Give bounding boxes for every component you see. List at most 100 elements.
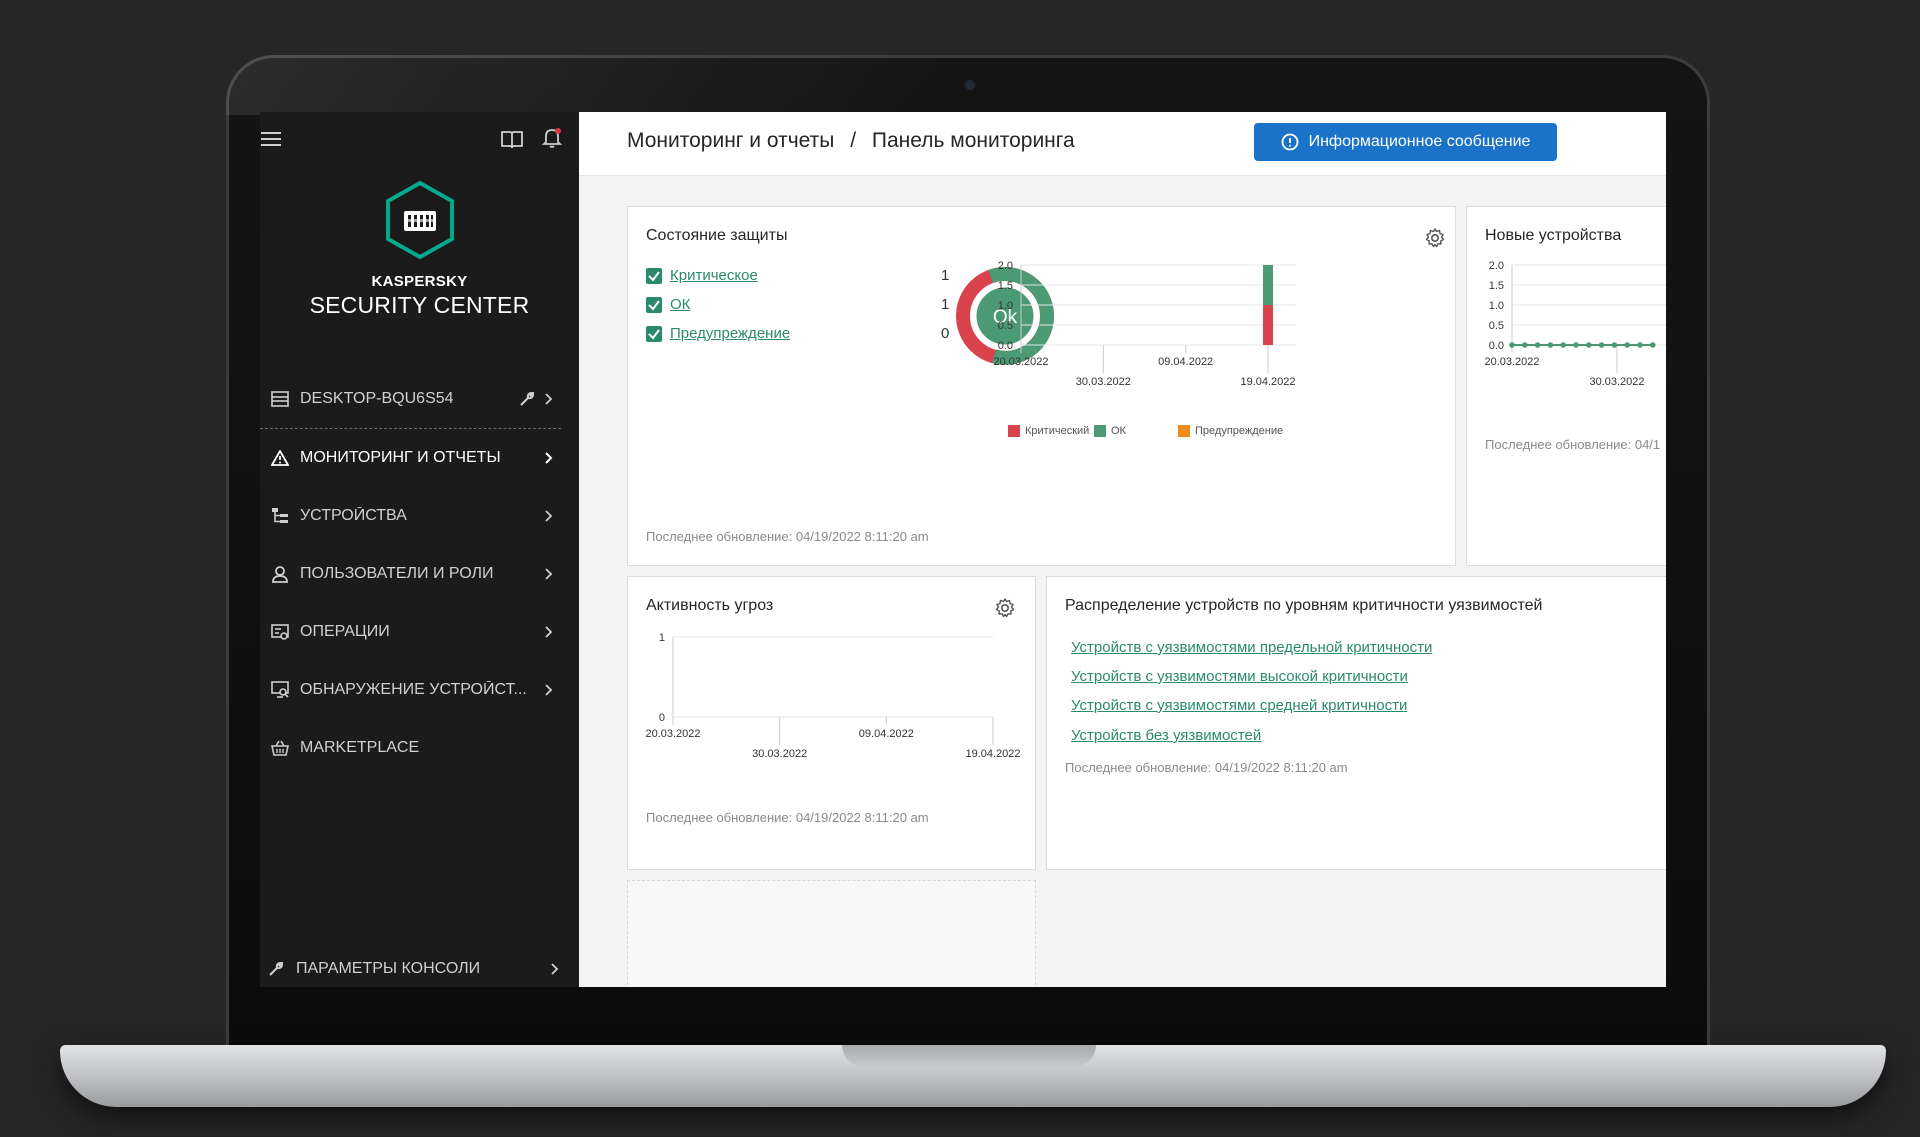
warning-icon — [270, 448, 290, 468]
widget-title: Активность угроз — [646, 597, 774, 614]
operations-icon — [270, 622, 290, 642]
y-tick-label: 1.5 — [998, 280, 1013, 292]
y-tick-label: 1.0 — [998, 300, 1013, 312]
bar-critical — [1263, 305, 1273, 345]
sidebar-item-devices[interactable]: УСТРОЙСТВА — [260, 487, 579, 545]
sidebar-item-label: ПОЛЬЗОВАТЕЛИ И РОЛИ — [300, 565, 494, 582]
legend-swatch-ok — [1094, 425, 1106, 437]
data-point — [1547, 342, 1554, 348]
data-point — [1611, 342, 1618, 348]
hamburger-menu-icon[interactable] — [260, 128, 282, 150]
checkbox-warning[interactable] — [646, 326, 662, 342]
devices-tree-icon — [270, 506, 290, 526]
chevron-right-icon — [539, 448, 559, 468]
sidebar-item-label: ОБНАРУЖЕНИЕ УСТРОЙСТ... — [300, 681, 527, 698]
product-logo: KASPERSKY SECURITY CENTER — [260, 180, 579, 319]
sidebar-item-users[interactable]: ПОЛЬЗОВАТЕЛИ И РОЛИ — [260, 545, 579, 603]
sidebar-item-monitoring[interactable]: МОНИТОРИНГ И ОТЧЕТЫ — [260, 429, 579, 487]
protection-bar-chart: 2.0 1.5 1.0 0.5 0.0 20.03.2022 30.03.2022 09.04… — [993, 260, 1296, 388]
sidebar-nav: DESKTOP-BQU6S54 МОНИТОРИНГ И ОТЧЕТЫ УСТР… — [260, 370, 579, 777]
legend-label: ОК — [1111, 425, 1126, 437]
checkbox-ok[interactable] — [646, 297, 662, 313]
bar-ok — [1263, 265, 1273, 305]
last-updated: Последнее обновление: 04/19/2022 8:11:20… — [1065, 760, 1348, 775]
new-devices-widget: Новые устройства 2.0 1.5 1.0 0.5 0.0 20.03.20… — [1466, 206, 1666, 566]
empty-widget-slot[interactable] — [627, 880, 1036, 987]
x-tick-label: 19.04.2022 — [965, 748, 1020, 760]
book-icon[interactable] — [500, 127, 524, 151]
y-tick-label: 1.5 — [1489, 280, 1504, 292]
data-point — [1573, 342, 1579, 348]
console-settings-label: ПАРАМЕТРЫ КОНСОЛИ — [296, 959, 481, 977]
sidebar-item-marketplace[interactable]: MARKETPLACE — [260, 719, 579, 777]
gear-icon[interactable] — [994, 597, 1016, 619]
chevron-right-icon — [539, 389, 559, 409]
y-tick-label: 2.0 — [998, 260, 1013, 272]
lid-gloss — [226, 55, 956, 115]
protection-status-widget: Состояние защиты Критическое 1 ОК 1 Пред… — [627, 206, 1456, 566]
status-row-warning: Предупреждение 0 — [646, 325, 949, 347]
y-tick-label: 0 — [659, 712, 665, 724]
sidebar-item-server[interactable]: DESKTOP-BQU6S54 — [260, 370, 579, 428]
server-name: DESKTOP-BQU6S54 — [300, 390, 454, 407]
sidebar-item-operations[interactable]: ОПЕРАЦИИ — [260, 603, 579, 661]
last-updated: Последнее обновление: 04/1 — [1485, 437, 1661, 452]
status-row-critical: Критическое 1 — [646, 267, 950, 289]
status-link-critical[interactable]: Критическое — [670, 267, 758, 284]
data-point — [1586, 342, 1592, 348]
data-point — [1598, 342, 1605, 348]
sidebar-item-label: УСТРОЙСТВА — [300, 507, 407, 524]
data-point — [1650, 342, 1656, 348]
x-tick-label: 19.04.2022 — [1240, 376, 1295, 388]
bell-icon[interactable] — [540, 126, 564, 150]
threat-activity-widget: Активность угроз 1 0 20.03.2022 30.03.2022 0… — [627, 576, 1036, 870]
vuln-link-extreme[interactable]: Устройств с уязвимостями предельной крит… — [1071, 639, 1432, 656]
discovery-icon — [270, 680, 290, 700]
vuln-link-none[interactable]: Устройств без уязвимостей — [1071, 727, 1261, 744]
product-name: SECURITY CENTER — [309, 292, 530, 318]
chevron-right-icon — [539, 506, 559, 526]
server-icon — [270, 389, 290, 409]
checkbox-critical[interactable] — [646, 268, 662, 284]
topbar: Мониторинг и отчеты / Панель мониторинга… — [579, 112, 1666, 176]
legend-label: Предупреждение — [1195, 425, 1284, 437]
data-point — [1637, 342, 1643, 348]
x-tick-label: 30.03.2022 — [1589, 376, 1644, 388]
breadcrumb-parent[interactable]: Мониторинг и отчеты — [627, 129, 834, 152]
status-link-warning[interactable]: Предупреждение — [670, 325, 790, 342]
vuln-link-high[interactable]: Устройств с уязвимостями высокой критичн… — [1071, 668, 1408, 685]
chevron-right-icon — [539, 680, 559, 700]
last-updated: Последнее обновление: 04/19/2022 8:11:20… — [646, 810, 929, 825]
legend-swatch-critical — [1008, 425, 1020, 437]
status-count-critical: 1 — [941, 267, 950, 284]
widget-title: Новые устройства — [1485, 227, 1622, 244]
screen: KASPERSKY SECURITY CENTER DESKTOP-BQU6S5… — [260, 112, 1666, 987]
x-tick-label: 09.04.2022 — [859, 728, 914, 740]
legend-swatch-warning — [1178, 425, 1190, 437]
x-tick-label: 20.03.2022 — [1484, 356, 1539, 368]
legend-label: Критический — [1025, 425, 1090, 437]
data-point — [1560, 342, 1566, 348]
gear-icon[interactable] — [1424, 227, 1446, 249]
vuln-link-medium[interactable]: Устройств с уязвимостями средней критичн… — [1071, 697, 1407, 714]
data-point — [1534, 342, 1541, 348]
sidebar-item-discovery[interactable]: ОБНАРУЖЕНИЕ УСТРОЙСТ... — [260, 661, 579, 719]
widget-title: Состояние защиты — [646, 227, 788, 244]
wrench-icon — [266, 959, 286, 979]
sidebar-item-console-settings[interactable]: ПАРАМЕТРЫ КОНСОЛИ — [260, 950, 585, 987]
wrench-icon[interactable] — [517, 389, 537, 409]
info-circle-icon — [1281, 133, 1299, 151]
status-link-ok[interactable]: ОК — [670, 296, 690, 313]
x-tick-label: 20.03.2022 — [645, 728, 700, 740]
chevron-right-icon — [539, 564, 559, 584]
data-point — [1522, 342, 1528, 348]
info-message-button[interactable]: Информационное сообщение — [1254, 123, 1557, 161]
y-tick-label: 0.0 — [1489, 340, 1504, 352]
last-updated: Последнее обновление: 04/19/2022 8:11:20… — [646, 529, 929, 544]
status-row-ok: ОК 1 — [646, 296, 949, 318]
data-point — [1509, 342, 1515, 348]
y-tick-label: 1 — [659, 632, 665, 644]
main-content: Мониторинг и отчеты / Панель мониторинга… — [579, 112, 1666, 987]
chevron-right-icon — [539, 622, 559, 642]
sidebar: KASPERSKY SECURITY CENTER DESKTOP-BQU6S5… — [260, 112, 579, 987]
